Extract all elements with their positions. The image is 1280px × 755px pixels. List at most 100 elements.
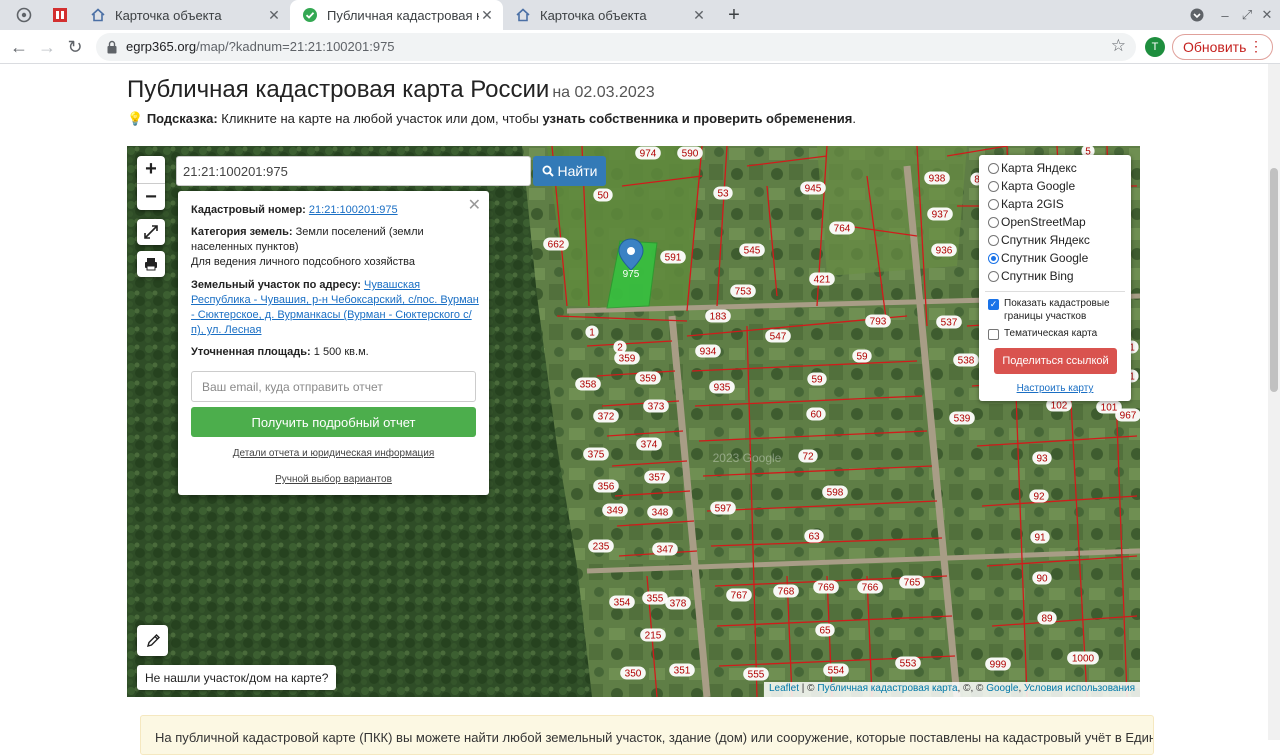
- parcel-number-label[interactable]: 374: [636, 437, 662, 451]
- parcel-number-label[interactable]: 662: [543, 237, 569, 251]
- parcel-number-label[interactable]: 767: [726, 588, 752, 602]
- parcel-number-label[interactable]: 50: [593, 188, 613, 202]
- radio-selected-icon[interactable]: [988, 252, 999, 264]
- parcel-number-label[interactable]: 93: [1032, 451, 1052, 465]
- new-tab-icon[interactable]: +: [722, 3, 746, 27]
- minimize-icon[interactable]: –: [1214, 4, 1236, 26]
- parcel-number-label[interactable]: 768: [773, 584, 799, 598]
- parcel-number-label[interactable]: 89: [1037, 611, 1057, 625]
- zoom-out-button[interactable]: −: [137, 183, 165, 210]
- parcel-number-label[interactable]: 90: [1032, 571, 1052, 585]
- tab-search-icon[interactable]: [1186, 4, 1208, 26]
- configure-map-link[interactable]: Настроить карту: [979, 383, 1131, 394]
- close-tab-icon[interactable]: ✕: [266, 7, 282, 23]
- parcel-number-label[interactable]: 378: [665, 596, 691, 610]
- close-tab-icon[interactable]: ✕: [479, 7, 495, 23]
- radio-icon[interactable]: [988, 198, 999, 210]
- radio-icon[interactable]: [988, 234, 999, 246]
- profile-avatar[interactable]: T: [1145, 37, 1165, 57]
- close-tab-icon[interactable]: ✕: [691, 7, 707, 23]
- restore-icon[interactable]: ⤢: [1236, 4, 1258, 26]
- parcel-number-label[interactable]: 934: [695, 344, 721, 358]
- tab-card-2[interactable]: Карточка объекта ✕: [503, 0, 715, 30]
- parcel-number-label[interactable]: 53: [713, 186, 733, 200]
- parcel-number-label[interactable]: 793: [865, 314, 891, 328]
- back-icon[interactable]: ←: [6, 34, 32, 60]
- parcel-number-label[interactable]: 347: [652, 542, 678, 556]
- get-report-button[interactable]: Получить подробный отчет: [191, 407, 476, 437]
- tab-cadastral-map[interactable]: Публичная кадастровая карт ✕: [290, 0, 503, 30]
- parcel-number-label[interactable]: 354: [609, 595, 635, 609]
- show-borders-option[interactable]: ✓ Показать кадастровые границы участков: [988, 297, 1126, 323]
- cadastral-search-input[interactable]: 21:21:100201:975: [176, 156, 531, 186]
- parcel-number-label[interactable]: 545: [739, 243, 765, 257]
- parcel-number-label[interactable]: 537: [936, 315, 962, 329]
- parcel-number-label[interactable]: 59: [852, 349, 872, 363]
- parcel-number-label[interactable]: 945: [800, 181, 826, 195]
- reload-icon[interactable]: ↻: [62, 34, 88, 60]
- parcel-number-label[interactable]: 65: [815, 623, 835, 637]
- forward-icon[interactable]: →: [34, 34, 60, 60]
- parcel-number-label[interactable]: 598: [822, 485, 848, 499]
- pkk-link[interactable]: Публичная кадастровая карта: [817, 683, 957, 694]
- parcel-number-label[interactable]: 92: [1029, 489, 1049, 503]
- parcel-number-label[interactable]: 235: [588, 539, 614, 553]
- pinned-tab-2[interactable]: [42, 0, 78, 30]
- parcel-number-label[interactable]: 349: [602, 503, 628, 517]
- layer-option[interactable]: OpenStreetMap: [988, 214, 1086, 230]
- share-link-button[interactable]: Поделиться ссылкой: [994, 348, 1117, 374]
- parcel-number-label[interactable]: 538: [953, 353, 979, 367]
- cadnum-link[interactable]: 21:21:100201:975: [309, 204, 398, 216]
- parcel-number-label[interactable]: 936: [931, 243, 957, 257]
- parcel-number-label[interactable]: 547: [765, 329, 791, 343]
- leaflet-link[interactable]: Leaflet: [769, 683, 799, 694]
- parcel-number-label[interactable]: 555: [743, 667, 769, 681]
- window-close-icon[interactable]: ✕: [1256, 4, 1278, 26]
- layer-option[interactable]: Карта Яндекс: [988, 160, 1077, 176]
- cadastral-map[interactable]: 974 590 50 53 945 938 937 936 662 591 545 764 421 753…: [127, 146, 1140, 697]
- parcel-number-label[interactable]: 356: [593, 479, 619, 493]
- parcel-number-label[interactable]: 375: [583, 447, 609, 461]
- parcel-number-label[interactable]: 359: [614, 351, 640, 365]
- parcel-number-label[interactable]: 591: [660, 250, 686, 264]
- parcel-number-label[interactable]: 938: [924, 171, 950, 185]
- thematic-map-option[interactable]: Тематическая карта: [988, 327, 1126, 340]
- parcel-number-label[interactable]: 91: [1030, 530, 1050, 544]
- parcel-number-label[interactable]: 350: [620, 666, 646, 680]
- layer-option-selected[interactable]: Спутник Google: [988, 250, 1088, 266]
- parcel-number-label[interactable]: 348: [647, 505, 673, 519]
- parcel-number-label[interactable]: 769: [813, 580, 839, 594]
- parcel-number-label[interactable]: 590: [677, 146, 703, 160]
- radio-icon[interactable]: [988, 180, 999, 192]
- parcel-number-label[interactable]: 937: [927, 207, 953, 221]
- parcel-number-label[interactable]: 766: [857, 580, 883, 594]
- find-button[interactable]: Найти: [533, 156, 606, 186]
- layer-option[interactable]: Спутник Яндекс: [988, 232, 1090, 248]
- parcel-number-label[interactable]: 357: [644, 470, 670, 484]
- report-details-link[interactable]: Детали отчета и юридическая информация: [191, 448, 476, 459]
- parcel-number-label[interactable]: 967: [1115, 408, 1140, 422]
- parcel-number-label[interactable]: 554: [823, 663, 849, 677]
- parcel-number-label[interactable]: 974: [635, 146, 661, 160]
- radio-icon[interactable]: [988, 216, 999, 228]
- parcel-number-label[interactable]: 372: [593, 409, 619, 423]
- tab-card-1[interactable]: Карточка объекта ✕: [78, 0, 290, 30]
- parcel-number-label[interactable]: 753: [730, 284, 756, 298]
- parcel-number-label[interactable]: 358: [575, 377, 601, 391]
- layer-option[interactable]: Карта Google: [988, 178, 1075, 194]
- parcel-number-label[interactable]: 553: [895, 656, 921, 670]
- parcel-number-label[interactable]: 1000: [1067, 651, 1099, 665]
- bookmark-star-icon[interactable]: ☆: [1111, 36, 1126, 56]
- checkbox-icon[interactable]: [988, 329, 999, 340]
- parcel-number-label[interactable]: 935: [709, 380, 735, 394]
- page-scrollbar[interactable]: [1268, 64, 1280, 740]
- parcel-number-label[interactable]: 373: [643, 399, 669, 413]
- parcel-number-label[interactable]: 1: [585, 325, 599, 339]
- pinned-tab-1[interactable]: [6, 0, 42, 30]
- layer-option[interactable]: Карта 2GIS: [988, 196, 1064, 212]
- google-link[interactable]: Google: [986, 683, 1018, 694]
- terms-link[interactable]: Условия использования: [1024, 683, 1135, 694]
- print-button[interactable]: [137, 251, 165, 277]
- parcel-number-label[interactable]: 597: [710, 501, 736, 515]
- radio-icon[interactable]: [988, 162, 999, 174]
